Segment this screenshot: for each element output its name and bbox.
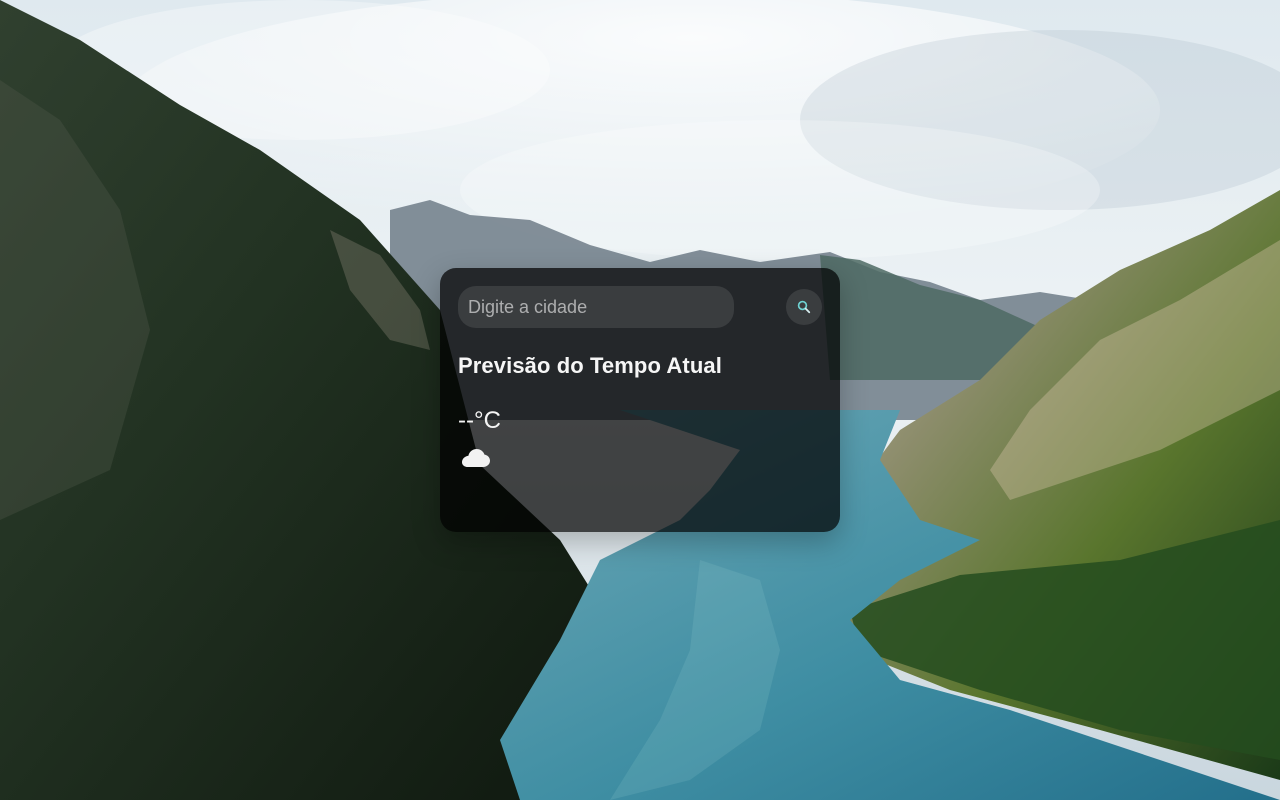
search-icon [797,300,811,314]
weather-title: Previsão do Tempo Atual [458,353,722,378]
cloud-icon [462,449,490,468]
search-row [458,286,822,328]
weather-condition [458,444,498,474]
temperature-value: --°C [458,407,501,435]
search-button[interactable] [786,289,822,325]
city-search-input[interactable] [458,286,734,328]
weather-card: Previsão do Tempo Atual --°C [440,268,840,532]
